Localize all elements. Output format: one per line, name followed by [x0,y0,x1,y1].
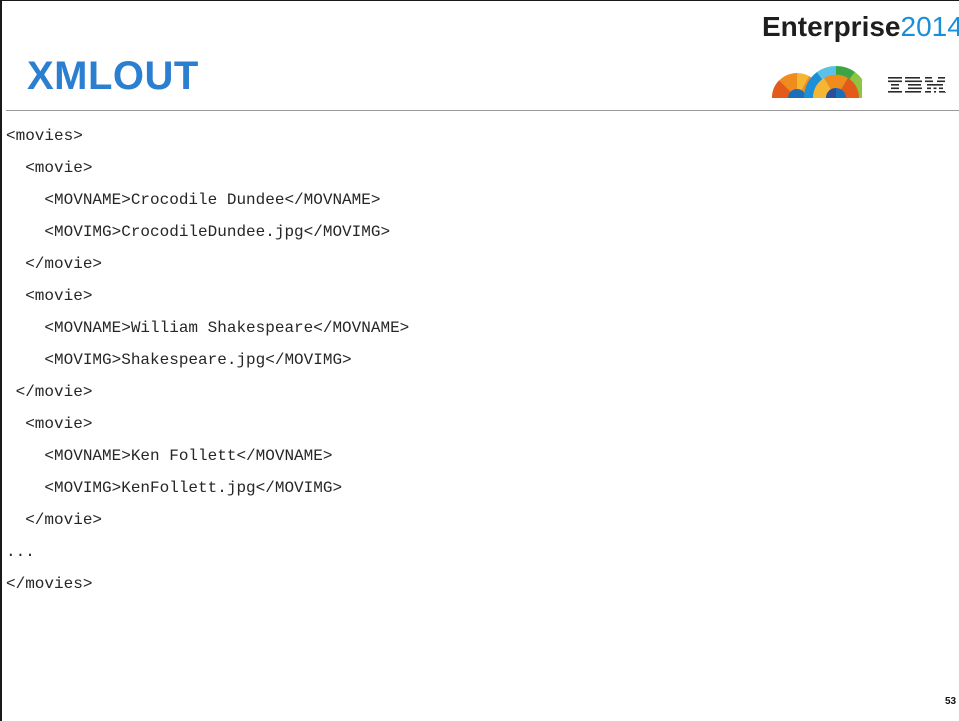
page-number: 53 [945,696,957,707]
brand-name: Enterprise [762,11,901,42]
code-line: ... [6,543,35,561]
brand-wordmark: Enterprise2014 [762,10,959,44]
brand-year: 2014 [900,11,959,42]
xml-code-block: <movies> <movie> <MOVNAME>Crocodile Dund… [6,120,946,600]
title-divider [6,110,959,111]
code-line: <movie> [6,159,93,177]
code-line: <MOVIMG>CrocodileDundee.jpg</MOVIMG> [6,223,391,241]
code-line: </movie> [6,255,103,273]
code-line: </movie> [6,383,93,401]
ibm-logo-icon [888,77,946,93]
slide-frame-left [0,0,2,721]
code-line: <movie> [6,415,93,433]
code-line: <movies> [6,127,83,145]
code-line: <MOVNAME>William Shakespeare</MOVNAME> [6,319,410,337]
slide: XMLOUT Enterprise2014 <movies> <movie> <… [0,0,959,721]
enterprise-arcs-icon [772,65,862,98]
code-line: <MOVIMG>Shakespeare.jpg</MOVIMG> [6,351,352,369]
code-line: <movie> [6,287,93,305]
slide-frame-top [0,0,959,1]
page-title: XMLOUT [27,54,199,98]
code-line: </movies> [6,575,93,593]
code-line: </movie> [6,511,103,529]
code-line: <MOVNAME>Ken Follett</MOVNAME> [6,447,333,465]
code-line: <MOVNAME>Crocodile Dundee</MOVNAME> [6,191,381,209]
code-line: <MOVIMG>KenFollett.jpg</MOVIMG> [6,479,343,497]
